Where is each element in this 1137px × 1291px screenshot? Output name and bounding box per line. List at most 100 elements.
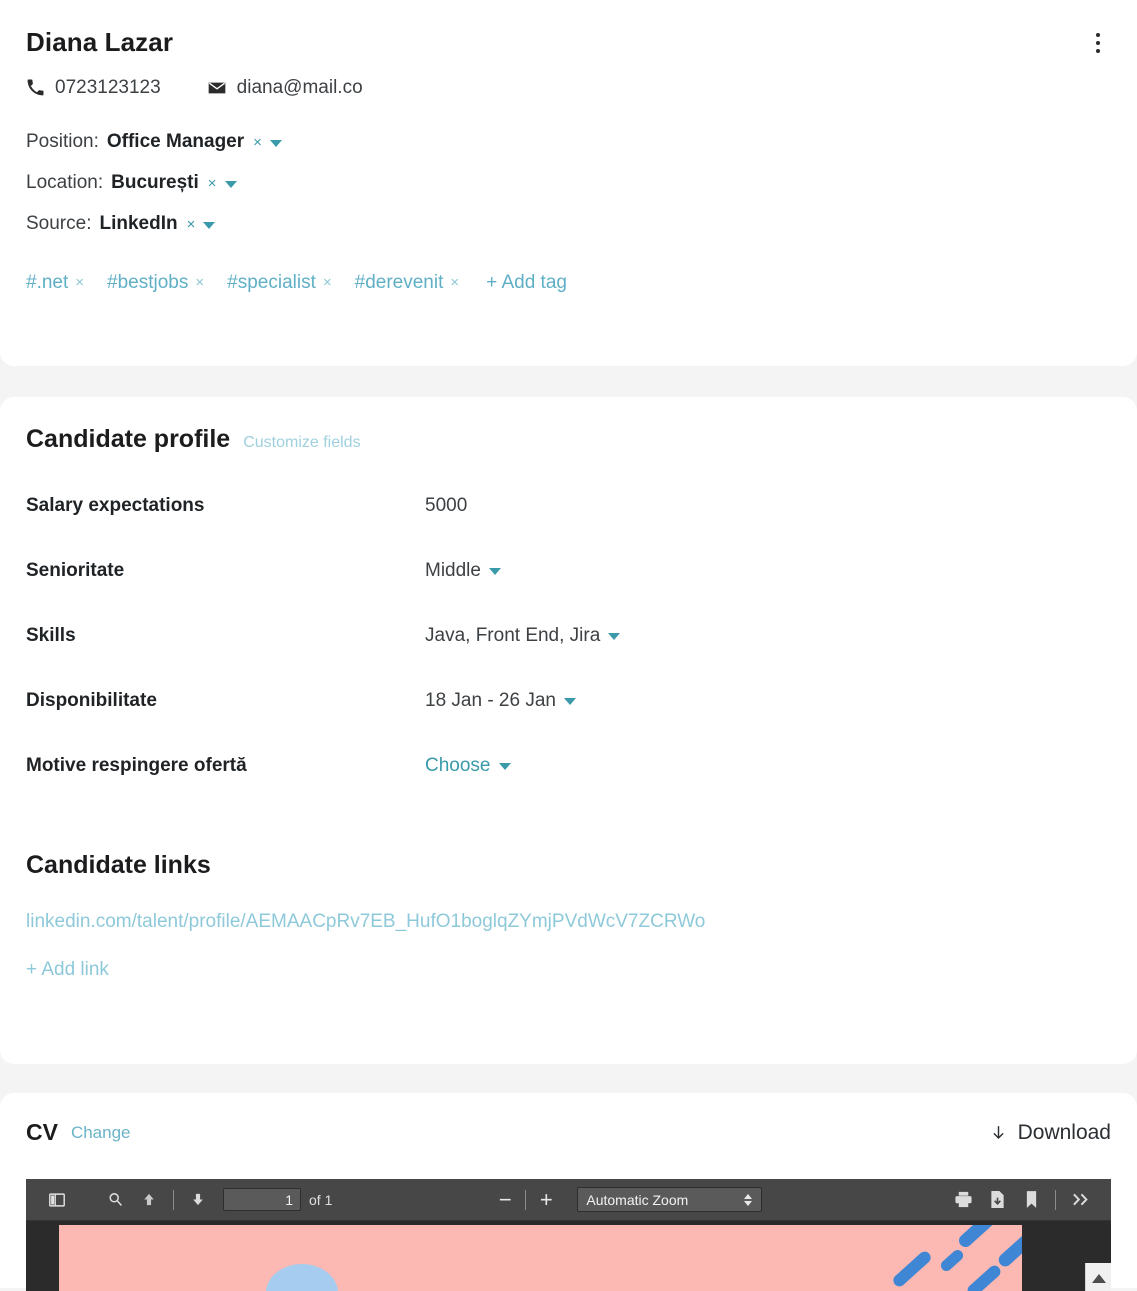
- customize-fields-button[interactable]: Customize fields: [243, 434, 360, 452]
- toolbar-divider-right: [1055, 1189, 1056, 1210]
- field-label-skills: Skills: [26, 625, 76, 646]
- field-row-availability: Disponibilitate 18 Jan - 26 Jan: [26, 688, 1111, 714]
- zoom-in-button[interactable]: +: [533, 1188, 559, 1211]
- pdf-canvas-area[interactable]: [26, 1221, 1111, 1291]
- tag-remove-icon[interactable]: ×: [450, 274, 459, 291]
- candidate-phone: 0723123123: [55, 76, 161, 98]
- download-arrow-icon: [990, 1123, 1007, 1142]
- pdf-decoration-streak: [956, 1225, 1004, 1250]
- candidate-meta-list: Position: Office Manager × Location: Buc…: [26, 131, 1111, 239]
- kebab-menu-icon[interactable]: [1087, 30, 1109, 56]
- tag-item[interactable]: #derevenit: [355, 272, 444, 294]
- profile-title: Candidate profile: [26, 425, 231, 453]
- field-value-availability-text: 18 Jan - 26 Jan: [425, 690, 556, 711]
- field-value-salary[interactable]: 5000: [425, 495, 467, 517]
- meta-row-position: Position: Office Manager ×: [26, 131, 1111, 157]
- field-row-seniority: Senioritate Middle: [26, 558, 1111, 584]
- field-label-salary: Salary expectations: [26, 495, 205, 516]
- cv-download-button[interactable]: Download: [990, 1121, 1111, 1145]
- scroll-up-arrow-icon[interactable]: [1091, 1274, 1106, 1283]
- select-spinner-icon: [744, 1193, 753, 1206]
- candidate-links-title: Candidate links: [26, 851, 211, 879]
- pdf-decoration-streak: [965, 1263, 1003, 1291]
- pdf-decoration-streak: [938, 1247, 966, 1274]
- field-row-salary: Salary expectations 5000: [26, 493, 1111, 519]
- field-value-skills[interactable]: Java, Front End, Jira: [425, 625, 621, 647]
- page-number-input[interactable]: [223, 1188, 301, 1211]
- field-label-availability: Disponibilitate: [26, 690, 157, 711]
- envelope-icon: [207, 78, 227, 98]
- tag-list: #.net × #bestjobs × #specialist × #derev…: [26, 272, 1111, 294]
- field-value-seniority-text: Middle: [425, 560, 481, 581]
- cv-change-button[interactable]: Change: [71, 1123, 131, 1143]
- arrow-down-icon[interactable]: [181, 1185, 215, 1215]
- zoom-level-label: Automatic Zoom: [586, 1191, 689, 1208]
- pdf-scrollbar[interactable]: [1085, 1263, 1111, 1291]
- meta-value-position: Office Manager: [106, 130, 245, 152]
- contact-row: 0723123123 diana@mail.co: [26, 77, 1111, 99]
- double-chevron-right-icon[interactable]: [1063, 1185, 1097, 1215]
- page-total-label: of 1: [309, 1191, 333, 1208]
- remove-source-icon[interactable]: ×: [187, 217, 196, 232]
- pdf-page-preview: [59, 1225, 1022, 1291]
- cv-header-row: CV Change Download: [26, 1119, 1111, 1146]
- cv-download-label: Download: [1017, 1120, 1111, 1144]
- cv-title: CV: [26, 1119, 58, 1145]
- field-label-rejection-reason: Motive respingere ofertă: [26, 755, 247, 776]
- candidate-email: diana@mail.co: [236, 76, 363, 98]
- position-dropdown-caret-icon[interactable]: [269, 139, 282, 147]
- pdf-decoration-streak: [996, 1225, 1022, 1270]
- seniority-dropdown-caret-icon[interactable]: [488, 567, 501, 575]
- search-icon[interactable]: [98, 1185, 132, 1215]
- pdf-decoration-blob: [266, 1264, 338, 1291]
- add-tag-button[interactable]: + Add tag: [486, 272, 567, 294]
- pdf-toolbar: of 1 − + Automatic Zoom: [26, 1179, 1111, 1221]
- sidebar-toggle-icon[interactable]: [40, 1185, 74, 1215]
- field-value-skills-text: Java, Front End, Jira: [425, 625, 601, 646]
- bookmark-icon[interactable]: [1014, 1185, 1048, 1215]
- add-link-button[interactable]: + Add link: [26, 959, 1111, 981]
- remove-location-icon[interactable]: ×: [208, 176, 217, 191]
- tag-remove-icon[interactable]: ×: [75, 274, 84, 291]
- remove-position-icon[interactable]: ×: [253, 135, 262, 150]
- tag-remove-icon[interactable]: ×: [323, 274, 332, 291]
- field-label-seniority: Senioritate: [26, 560, 125, 581]
- meta-label-location: Location:: [26, 171, 104, 193]
- availability-dropdown-caret-icon[interactable]: [563, 697, 576, 705]
- meta-value-location: București: [111, 171, 199, 193]
- zoom-out-button[interactable]: −: [492, 1188, 518, 1211]
- field-value-rejection-reason-text: Choose: [425, 755, 491, 776]
- tag-item[interactable]: #bestjobs: [107, 272, 188, 294]
- candidate-detail-page: Diana Lazar 0723123123 diana@mail.co Pos…: [0, 0, 1137, 1291]
- candidate-link[interactable]: linkedin.com/talent/profile/AEMAACpRv7EB…: [26, 911, 1111, 933]
- tag-item[interactable]: #.net: [26, 272, 68, 294]
- print-icon[interactable]: [946, 1185, 980, 1215]
- pdf-decoration-streak: [890, 1249, 934, 1289]
- candidate-profile-card: Candidate profile Customize fields Salar…: [0, 397, 1137, 1064]
- skills-dropdown-caret-icon[interactable]: [608, 632, 621, 640]
- meta-label-position: Position:: [26, 130, 99, 152]
- meta-row-location: Location: București ×: [26, 172, 1111, 198]
- profile-title-row: Candidate profile Customize fields: [26, 425, 1111, 454]
- zoom-divider: [525, 1189, 527, 1210]
- field-value-seniority[interactable]: Middle: [425, 560, 501, 582]
- field-value-availability[interactable]: 18 Jan - 26 Jan: [425, 690, 576, 712]
- pdf-viewer: of 1 − + Automatic Zoom: [26, 1179, 1111, 1291]
- toolbar-divider: [173, 1189, 174, 1210]
- candidate-header-card: Diana Lazar 0723123123 diana@mail.co Pos…: [0, 0, 1137, 366]
- meta-label-source: Source:: [26, 212, 92, 234]
- phone-icon: [26, 78, 45, 97]
- zoom-level-select[interactable]: Automatic Zoom: [577, 1187, 763, 1212]
- field-value-rejection-reason[interactable]: Choose: [425, 755, 511, 777]
- rejection-reason-dropdown-caret-icon[interactable]: [498, 762, 511, 770]
- tag-remove-icon[interactable]: ×: [195, 274, 204, 291]
- meta-value-source: LinkedIn: [99, 212, 178, 234]
- toolbar-right-group: [946, 1185, 1097, 1215]
- arrow-up-icon[interactable]: [132, 1185, 166, 1215]
- candidate-name: Diana Lazar: [26, 27, 174, 57]
- source-dropdown-caret-icon[interactable]: [203, 221, 216, 229]
- tag-item[interactable]: #specialist: [227, 272, 316, 294]
- save-document-icon[interactable]: [980, 1185, 1014, 1215]
- location-dropdown-caret-icon[interactable]: [224, 180, 237, 188]
- field-row-rejection-reason: Motive respingere ofertă Choose: [26, 753, 1111, 779]
